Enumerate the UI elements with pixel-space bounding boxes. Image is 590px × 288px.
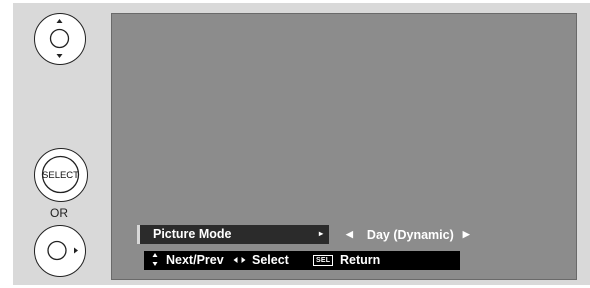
select-label: Select [252, 253, 289, 267]
next-prev-label: Next/Prev [166, 253, 224, 267]
help-bar: Next/Prev Select SEL Return [144, 251, 460, 270]
left-right-icon [233, 254, 246, 268]
menu-item-label: Picture Mode [153, 227, 232, 241]
select-button-label: SELECT [42, 170, 79, 181]
picture-mode-value[interactable]: ◀ Day (Dynamic) ▶ [346, 227, 470, 243]
right-button-icon [34, 225, 86, 277]
sel-key-icon: SEL [313, 255, 334, 266]
submenu-arrow-icon: ▸ [318, 229, 323, 238]
select-button-icon: SELECT [34, 148, 88, 202]
right-arrow-icon: ▶ [462, 229, 470, 240]
return-label: Return [340, 253, 381, 267]
left-arrow-icon: ◀ [346, 229, 353, 240]
up-down-button-icon [34, 13, 86, 65]
or-label: OR [50, 206, 68, 220]
up-down-icon [152, 252, 158, 270]
picture-mode-value-text: Day (Dynamic) [366, 227, 454, 242]
menu-item-picture-mode[interactable]: Picture Mode ▸ [137, 225, 329, 244]
